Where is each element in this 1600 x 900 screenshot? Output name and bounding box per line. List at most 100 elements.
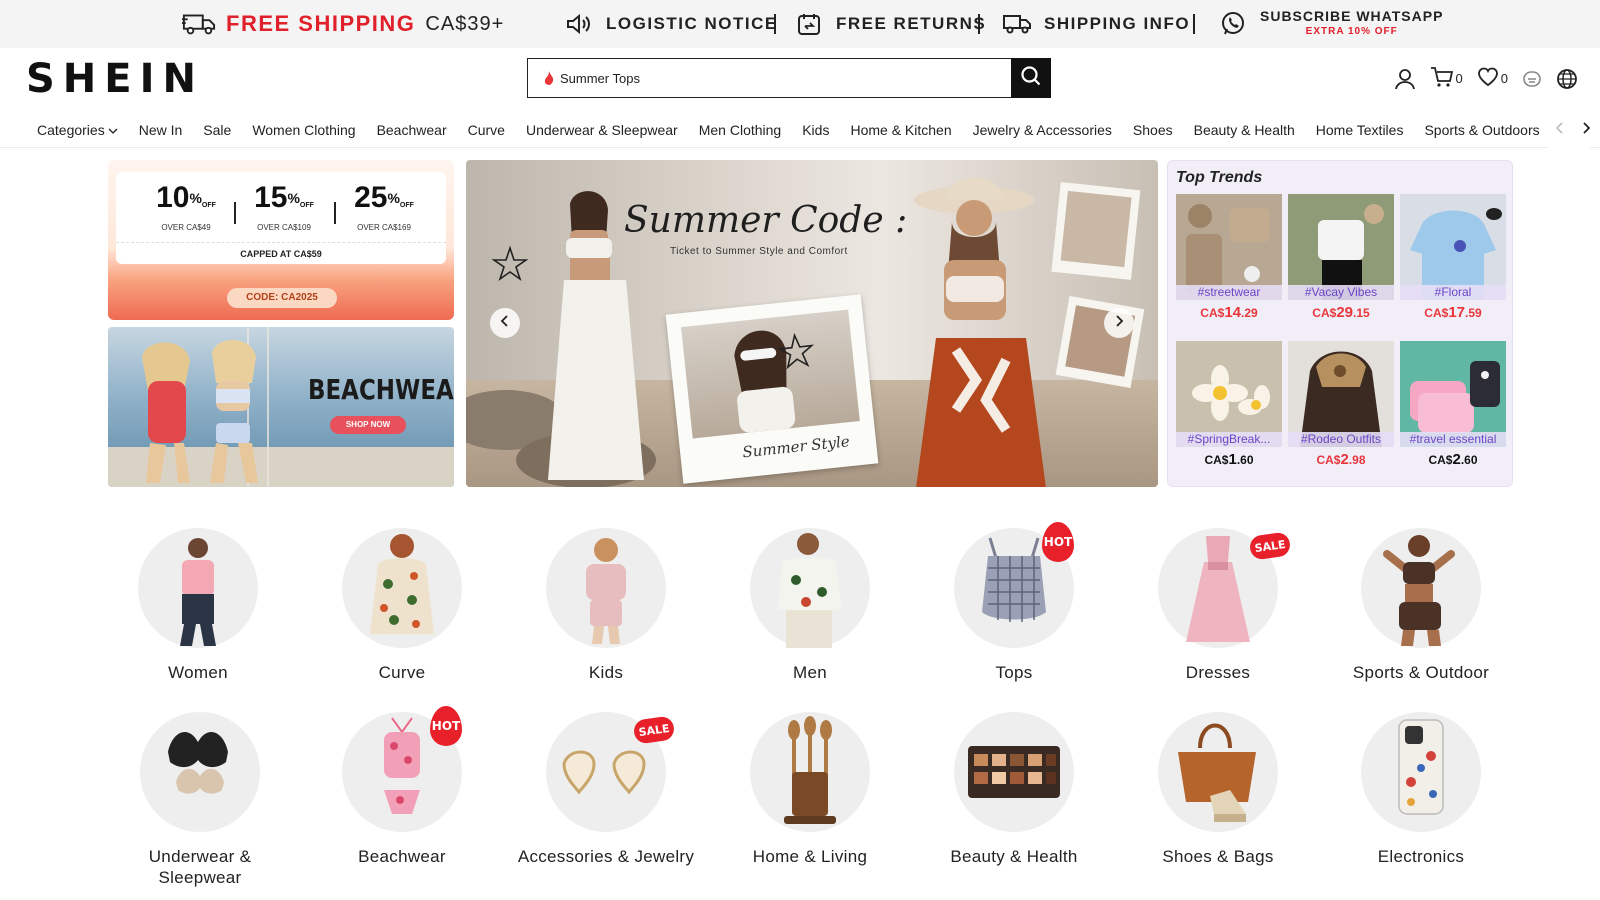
category-sports-outdoor[interactable]: Sports & Outdoor [1331, 528, 1511, 683]
nav-beachwear[interactable]: Beachwear [377, 122, 447, 138]
cart-icon [1430, 66, 1454, 91]
discount-tier: 15%OFF OVER CA$109 [234, 182, 334, 233]
wishlist-button[interactable]: 0 [1477, 67, 1508, 90]
heart-icon [1477, 67, 1499, 90]
free-shipping-banner[interactable]: FREE SHIPPING CA$39+ [182, 0, 504, 48]
nav-curve[interactable]: Curve [468, 122, 505, 138]
beachwear-banner[interactable]: BEACHWEAR SHOP NOW [108, 327, 454, 487]
percent-sign: % [287, 190, 300, 206]
category-tops[interactable]: HOT Tops [924, 522, 1104, 683]
divider [1193, 14, 1195, 34]
category-men[interactable]: Men [720, 528, 900, 683]
category-label: Tops [995, 663, 1033, 682]
search-input[interactable] [528, 60, 1011, 96]
category-curve[interactable]: Curve [312, 528, 492, 683]
nav-new-in[interactable]: New In [139, 122, 183, 138]
category-image: HOT [954, 522, 1074, 648]
carousel-next-button[interactable] [1104, 308, 1134, 338]
whatsapp-text: SUBSCRIBE WHATSAPP [1260, 8, 1444, 24]
globe-icon[interactable] [1556, 68, 1578, 90]
trend-item-floral[interactable]: #Floral CA$17.59 [1400, 194, 1506, 321]
nav-label: Categories [37, 121, 105, 138]
nav-sale[interactable]: Sale [203, 122, 231, 138]
category-kids[interactable]: Kids [516, 528, 696, 683]
hero-subtitle: Ticket to Summer Style and Comfort [670, 246, 848, 257]
trend-image: #travel essential [1400, 341, 1506, 447]
discount-tiers: 10%OFF OVER CA$49 15%OFF OVER CA$109 25%… [116, 172, 446, 264]
hero-carousel[interactable]: Summer Style Summer Code : Ticket to Sum… [466, 160, 1158, 487]
category-electronics[interactable]: Electronics [1331, 712, 1511, 867]
category-beachwear[interactable]: HOT Beachwear [312, 706, 492, 867]
shein-logo[interactable]: SHEIN [26, 56, 204, 102]
nav-underwear-sleepwear[interactable]: Underwear & Sleepwear [526, 122, 678, 138]
category-underwear-sleepwear[interactable]: Underwear & Sleepwear [110, 712, 290, 888]
price-cents: .29 [1241, 306, 1258, 320]
shipping-info-link[interactable]: SHIPPING INFO [1000, 0, 1190, 48]
category-label: Electronics [1377, 847, 1465, 866]
logistic-notice-link[interactable]: LOGISTIC NOTICE [562, 0, 778, 48]
chevron-right-icon[interactable] [1582, 121, 1591, 139]
beachwear-title: BEACHWEAR [308, 373, 454, 406]
trend-item-travel-essential[interactable]: #travel essential CA$2.60 [1400, 341, 1506, 468]
category-home-living[interactable]: Home & Living [720, 712, 900, 867]
category-dresses[interactable]: SALE Dresses [1128, 528, 1308, 683]
price-currency: CA$ [1204, 453, 1229, 467]
nav-sports-outdoors[interactable]: Sports & Outdoors [1424, 122, 1539, 138]
category-image: SALE [546, 712, 676, 832]
subscribe-whatsapp-link[interactable]: SUBSCRIBE WHATSAPP EXTRA 10% OFF [1216, 0, 1443, 48]
category-image [1158, 712, 1278, 832]
trend-item-vacay-vibes[interactable]: #Vacay Vibes CA$29.15 [1288, 194, 1394, 321]
nav-shoes[interactable]: Shoes [1133, 122, 1173, 138]
beachwear-photo [108, 327, 454, 487]
polaroid-caption: Summer Style [741, 432, 851, 462]
chevron-left-icon [500, 314, 510, 333]
category-shoes-bags[interactable]: Shoes & Bags [1128, 712, 1308, 867]
carousel-prev-button[interactable] [490, 308, 520, 338]
category-women[interactable]: Women [108, 528, 288, 683]
nav-categories[interactable]: Categories [37, 122, 118, 138]
category-image [954, 712, 1074, 832]
price-cents: .60 [1236, 453, 1254, 467]
nav-kids[interactable]: Kids [802, 122, 829, 138]
wishlist-count: 0 [1500, 71, 1508, 86]
shop-now-button[interactable]: SHOP NOW [330, 416, 406, 434]
nav-home-textiles[interactable]: Home Textiles [1316, 122, 1404, 138]
logistic-notice-text: LOGISTIC NOTICE [606, 14, 778, 33]
category-label: Home & Living [752, 847, 868, 866]
nav-home-kitchen[interactable]: Home & Kitchen [850, 122, 951, 138]
search-button[interactable] [1010, 58, 1051, 98]
discount-promo-card[interactable]: 10%OFF OVER CA$49 15%OFF OVER CA$109 25%… [108, 160, 454, 320]
category-label: Dresses [1185, 663, 1251, 682]
category-accessories-jewelry[interactable]: SALE Accessories & Jewelry [516, 712, 696, 867]
free-shipping-price: CA$39+ [425, 12, 505, 35]
discount-tier: 25%OFF OVER CA$169 [334, 181, 434, 233]
hero-title: Summer Code : [624, 200, 908, 241]
cart-button[interactable]: 0 [1430, 66, 1463, 91]
category-image [140, 712, 260, 832]
trend-item-streetwear[interactable]: #streetwear CA$14.29 [1176, 194, 1282, 321]
price-currency: CA$ [1316, 453, 1341, 467]
trend-item-springbreak[interactable]: #SpringBreak... CA$1.60 [1176, 341, 1282, 468]
free-returns-link[interactable]: FREE RETURNS [792, 0, 986, 48]
support-chat-icon[interactable] [1522, 69, 1542, 89]
nav-beauty-health[interactable]: Beauty & Health [1194, 122, 1295, 138]
price-currency: CA$ [1424, 306, 1449, 320]
trend-price: CA$14.29 [1176, 304, 1282, 321]
tier-threshold: OVER CA$169 [357, 223, 411, 232]
category-beauty-health[interactable]: Beauty & Health [924, 712, 1104, 867]
nav-men-clothing[interactable]: Men Clothing [699, 122, 782, 138]
category-image [750, 712, 870, 832]
trend-item-rodeo-outfits[interactable]: #Rodeo Outfits CA$2.98 [1288, 341, 1394, 468]
price-currency: CA$ [1312, 306, 1337, 320]
account-icon[interactable] [1394, 68, 1416, 90]
price-cents: .59 [1465, 306, 1482, 320]
promo-code-button[interactable]: CODE: CA2025 [227, 288, 337, 308]
category-label: Curve [378, 663, 426, 682]
nav-women-clothing[interactable]: Women Clothing [252, 122, 355, 138]
tier-percent: 25 [354, 181, 388, 214]
chevron-left-icon[interactable] [1555, 121, 1564, 139]
category-image [1361, 712, 1481, 832]
search-bar [527, 58, 1051, 98]
nav-jewelry-accessories[interactable]: Jewelry & Accessories [973, 122, 1112, 138]
tier-threshold: OVER CA$109 [257, 223, 311, 232]
